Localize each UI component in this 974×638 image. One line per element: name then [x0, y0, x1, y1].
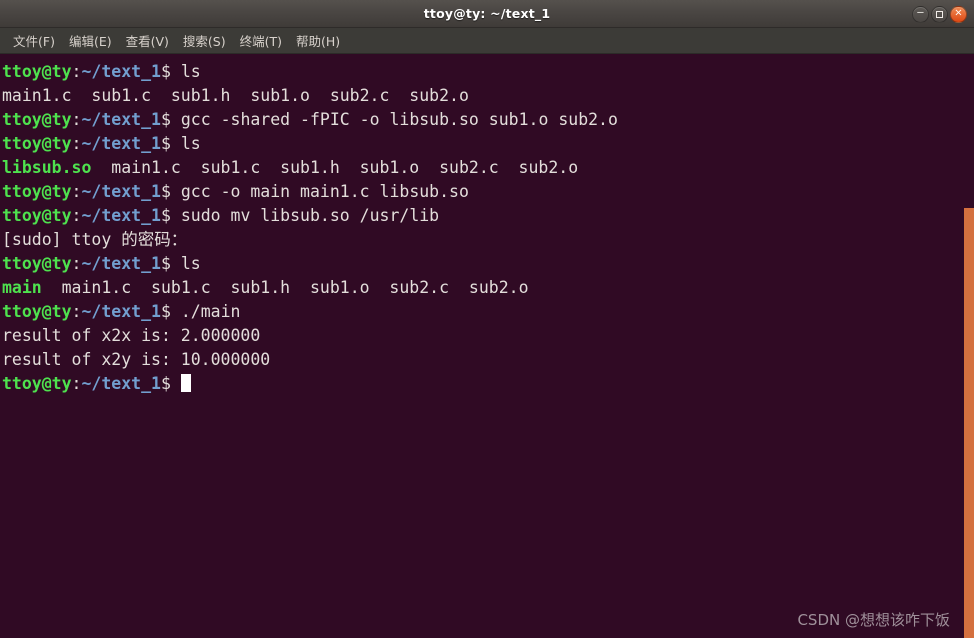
prompt-path: ~/text_1 [81, 206, 161, 225]
prompt-path: ~/text_1 [81, 110, 161, 129]
prompt-sigil: $ [160, 206, 171, 225]
prompt-path: ~/text_1 [81, 62, 161, 81]
terminal-output-text: [sudo] ttoy 的密码： [2, 230, 188, 249]
terminal-output-highlight: main [2, 278, 42, 297]
prompt-sigil: $ [160, 62, 171, 81]
menu-item-help[interactable]: 帮助(H) [289, 28, 347, 53]
menu-item-terminal[interactable]: 终端(T) [233, 28, 289, 53]
terminal-output-text: result of x2x is: 2.000000 [2, 326, 261, 345]
close-icon: × [954, 7, 963, 19]
terminal-scrollbar-thumb[interactable] [964, 208, 974, 638]
prompt-path: ~/text_1 [81, 374, 161, 393]
prompt-path: ~/text_1 [81, 182, 161, 201]
terminal-command: ./main [170, 302, 241, 321]
terminal-output-text: main1.c sub1.c sub1.h sub1.o sub2.c sub2… [2, 86, 469, 105]
prompt-separator: : [71, 62, 82, 81]
terminal-command: sudo mv libsub.so /usr/lib [170, 206, 440, 225]
terminal-output-highlight: libsub.so [2, 158, 92, 177]
window-title: ttoy@ty: ~/text_1 [423, 6, 551, 21]
terminal-command: ls [170, 62, 201, 81]
menu-item-view[interactable]: 查看(V) [119, 28, 176, 53]
minimize-icon: − [916, 7, 925, 19]
prompt-path: ~/text_1 [81, 254, 161, 273]
prompt-separator: : [71, 254, 82, 273]
prompt-separator: : [71, 206, 82, 225]
minimize-button[interactable]: − [912, 5, 929, 23]
terminal-output-text: result of x2y is: 10.000000 [2, 350, 271, 369]
terminal-output-area[interactable]: ttoy@ty:~/text_1$ ls main1.c sub1.c sub1.… [0, 54, 974, 638]
terminal-line: main main1.c sub1.c sub1.h sub1.o sub2.c… [2, 276, 974, 300]
terminal-command: ls [170, 134, 201, 153]
terminal-line: ttoy@ty:~/text_1$ ls [2, 60, 974, 84]
menu-item-edit[interactable]: 编辑(E) [62, 28, 119, 53]
prompt-separator: : [71, 182, 82, 201]
terminal-line: ttoy@ty:~/text_1$ [2, 372, 974, 396]
menu-item-file[interactable]: 文件(F) [6, 28, 62, 53]
terminal-window: ttoy@ty: ~/text_1 − × 文件(F) 编辑(E) 查看(V) … [0, 0, 974, 638]
prompt-path: ~/text_1 [81, 134, 161, 153]
prompt-sigil: $ [160, 182, 171, 201]
terminal-cursor [180, 374, 191, 392]
prompt-separator: : [71, 374, 82, 393]
prompt-separator: : [71, 110, 82, 129]
window-controls: − × [912, 0, 967, 28]
prompt-sigil: $ [160, 302, 171, 321]
terminal-command: ls [170, 254, 201, 273]
terminal-command [171, 374, 181, 393]
terminal-command: gcc -o main main1.c libsub.so [170, 182, 469, 201]
terminal-line: ttoy@ty:~/text_1$ ls [2, 252, 974, 276]
terminal-command: gcc -shared -fPIC -o libsub.so sub1.o su… [170, 110, 618, 129]
close-button[interactable]: × [950, 5, 967, 23]
terminal-line: result of x2x is: 2.000000 [2, 324, 974, 348]
prompt-sigil: $ [160, 374, 171, 393]
terminal-output-text: main1.c sub1.c sub1.h sub1.o sub2.c sub2… [41, 278, 529, 297]
terminal-line: libsub.so main1.c sub1.c sub1.h sub1.o s… [2, 156, 974, 180]
terminal-line: result of x2y is: 10.000000 [2, 348, 974, 372]
prompt-user-host: ttoy@ty [2, 254, 72, 273]
terminal-line: ttoy@ty:~/text_1$ gcc -o main main1.c li… [2, 180, 974, 204]
terminal-line: ttoy@ty:~/text_1$ ls [2, 132, 974, 156]
prompt-user-host: ttoy@ty [2, 62, 72, 81]
terminal-line: [sudo] ttoy 的密码： [2, 228, 974, 252]
prompt-sigil: $ [160, 134, 171, 153]
prompt-user-host: ttoy@ty [2, 110, 72, 129]
menu-item-search[interactable]: 搜索(S) [176, 28, 233, 53]
prompt-separator: : [71, 302, 82, 321]
prompt-user-host: ttoy@ty [2, 134, 72, 153]
maximize-button[interactable] [931, 5, 948, 23]
title-bar: ttoy@ty: ~/text_1 − × [0, 0, 974, 28]
maximize-icon [936, 10, 943, 18]
prompt-separator: : [71, 134, 82, 153]
terminal-line: main1.c sub1.c sub1.h sub1.o sub2.c sub2… [2, 84, 974, 108]
prompt-user-host: ttoy@ty [2, 374, 72, 393]
menu-bar: 文件(F) 编辑(E) 查看(V) 搜索(S) 终端(T) 帮助(H) [0, 28, 974, 54]
prompt-user-host: ttoy@ty [2, 182, 72, 201]
terminal-scrollbar-track[interactable] [964, 54, 974, 638]
terminal-output-text: main1.c sub1.c sub1.h sub1.o sub2.c sub2… [91, 158, 579, 177]
terminal-line: ttoy@ty:~/text_1$ ./main [2, 300, 974, 324]
terminal-line: ttoy@ty:~/text_1$ gcc -shared -fPIC -o l… [2, 108, 974, 132]
prompt-path: ~/text_1 [81, 302, 161, 321]
prompt-sigil: $ [160, 254, 171, 273]
prompt-sigil: $ [160, 110, 171, 129]
prompt-user-host: ttoy@ty [2, 206, 72, 225]
prompt-user-host: ttoy@ty [2, 302, 72, 321]
terminal-line: ttoy@ty:~/text_1$ sudo mv libsub.so /usr… [2, 204, 974, 228]
